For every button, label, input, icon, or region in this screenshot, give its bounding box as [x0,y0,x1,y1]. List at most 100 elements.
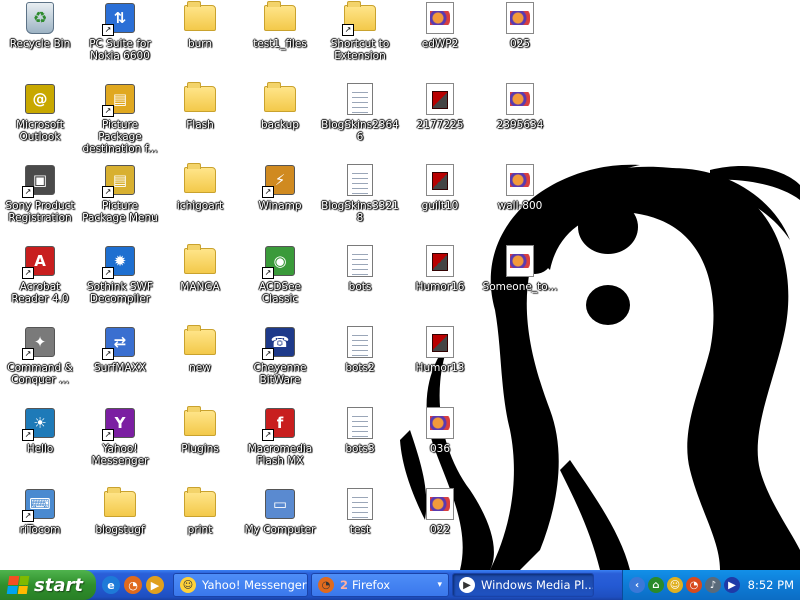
taskbar-button[interactable]: ▶ Windows Media Pl... [452,573,594,597]
desktop-icon[interactable]: ✦ ↗ Command & Conquer ... [0,324,80,404]
desktop-icon-label: MANGA [180,281,220,293]
desktop-icon[interactable]: ⌨ ↗ riTocom [0,486,80,566]
tray-media-icon[interactable]: ▶ [724,577,740,593]
desktop-icon[interactable]: ⚡ ↗ Winamp [240,162,320,242]
quick-launch-media-player-icon[interactable]: ▶ [146,576,164,594]
desktop-icon[interactable]: ☀ ↗ Hello [0,405,80,485]
shortcut-arrow-icon: ↗ [102,186,114,198]
desktop-icon[interactable]: @ Microsoft Outlook [0,81,80,161]
shortcut-arrow-icon: ↗ [22,186,34,198]
folder-icon [184,244,216,277]
desktop-icon[interactable]: A ↗ Acrobat Reader 4.0 [0,243,80,323]
desktop-icon[interactable]: ▣ ↗ Sony Product Registration [0,162,80,242]
desktop-icon[interactable]: ▭ My Computer [240,486,320,566]
desktop-icon-label: blogstugf [95,524,145,536]
desktop-icon-label: guilt10 [421,200,459,212]
picture-package-icon: ▤ ↗ [102,164,136,198]
desktop-icon-label: wall-800 [497,200,543,212]
desktop-icon[interactable]: 2395634 [480,81,560,161]
tray-expand-icon[interactable]: ‹ [629,577,645,593]
clock[interactable]: 8:52 PM [748,578,794,592]
macromedia-flash-icon: f ↗ [262,407,296,441]
desktop-icon-label: 036 [429,443,451,455]
desktop-icon[interactable]: ⇅ ↗ PC Suite for Nokia 6600 [80,0,160,80]
desktop-icon-label: backup [261,119,299,131]
tray-network-icon[interactable]: ⌂ [648,577,664,593]
desktop-icon[interactable]: test [320,486,400,566]
desktop-icon[interactable]: Y ↗ Yahoo! Messenger [80,405,160,485]
text-document-icon [344,164,376,196]
desktop-icon-label: Someone_to... [482,281,558,293]
shortcut-arrow-icon: ↗ [22,429,34,441]
desktop-icon-label: bots [348,281,372,293]
desktop-icon-label: Acrobat Reader 4.0 [11,281,69,305]
desktop-icon[interactable]: ▤ ↗ Picture Package Menu [80,162,160,242]
quick-launch-firefox-icon[interactable]: ◔ [124,576,142,594]
desktop-icon[interactable]: wall-800 [480,162,560,242]
desktop-icon[interactable]: ✹ ↗ Sothink SWF Decompiler [80,243,160,323]
quick-launch-internet-explorer-icon[interactable]: e [102,576,120,594]
tray-firefox-icon[interactable]: ◔ [686,577,702,593]
image-file-icon [504,83,536,115]
desktop-icon[interactable]: Flash [160,81,240,161]
taskbar-button[interactable]: ◔ 2 Firefox ▾ [311,573,449,597]
desktop-icon[interactable]: Plugins [160,405,240,485]
desktop-icon[interactable]: burn [160,0,240,80]
shortcut-arrow-icon: ↗ [262,186,274,198]
desktop-icon[interactable]: ▤ ↗ Picture Package destination f... [80,81,160,161]
yahoo-messenger-icon: Y ↗ [102,407,136,441]
desktop-icon[interactable]: ⇄ ↗ SurfMAXX [80,324,160,404]
desktop-icon[interactable]: print [160,486,240,566]
desktop-icon[interactable]: BlogSkins33218 [320,162,400,242]
desktop-icon[interactable]: guilt10 [400,162,480,242]
desktop-icon[interactable]: bots2 [320,324,400,404]
desktop-icon[interactable]: MANGA [160,243,240,323]
shortcut-arrow-icon: ↗ [102,105,114,117]
desktop-icon[interactable]: test1_files [240,0,320,80]
desktop-icon[interactable]: bots3 [320,405,400,485]
tray-yahoo-icon[interactable]: ☺ [667,577,683,593]
desktop-icon[interactable]: Someone_to... [480,243,560,323]
desktop-icon[interactable]: 036 [400,405,480,485]
desktop-icon-label: 2177225 [416,119,464,131]
desktop-icon[interactable]: ↗ Shortcut to Extension [320,0,400,80]
window-count: 2 [340,578,349,592]
desktop-icon[interactable]: ichigoart [160,162,240,242]
recycle-bin-icon: ♻ [24,2,56,34]
desktop-icon-label: PC Suite for Nokia 6600 [89,38,151,62]
desktop-icon[interactable]: bots [320,243,400,323]
desktop-icon-label: My Computer [244,524,316,536]
desktop-icon-label: Yahoo! Messenger [91,443,149,467]
tray-icons: ‹ ⌂ ☺ ◔ ♪ ▶ [629,577,740,593]
system-tray: ‹ ⌂ ☺ ◔ ♪ ▶ 8:52 PM [622,570,800,600]
desktop-icon[interactable]: Humor13 [400,324,480,404]
desktop-icon-label: burn [187,38,213,50]
media-player-icon: ▶ [459,577,475,593]
start-button[interactable]: start [0,570,96,600]
quick-launch-bar: e ◔ ▶ [96,576,170,594]
start-label: start [34,574,83,596]
hello-icon: ☀ ↗ [22,407,56,441]
desktop-icon[interactable]: ☎ ↗ Cheyenne BitWare [240,324,320,404]
desktop-icon[interactable]: new [160,324,240,404]
desktop-icon[interactable]: backup [240,81,320,161]
desktop-icon[interactable]: ◉ ↗ ACDSee Classic [240,243,320,323]
desktop-icon[interactable]: 025 [480,0,560,80]
taskbar-button[interactable]: ☺ Yahoo! Messenger [173,573,308,597]
desktop-icon[interactable]: BlogSkins23646 [320,81,400,161]
text-document-icon [344,83,376,115]
text-document-icon [344,245,376,277]
image-file-icon [504,2,536,34]
desktop-icon[interactable]: edWP2 [400,0,480,80]
desktop-icon[interactable]: ♻ Recycle Bin [0,0,80,80]
tray-volume-icon[interactable]: ♪ [705,577,721,593]
desktop-icon[interactable]: Humor16 [400,243,480,323]
image-file-icon [424,2,456,34]
desktop-icon[interactable]: 022 [400,486,480,566]
desktop-icon[interactable]: 2177225 [400,81,480,161]
desktop-icon[interactable]: blogstugf [80,486,160,566]
command-conquer-icon: ✦ ↗ [22,326,56,360]
desktop-icon[interactable]: f ↗ Macromedia Flash MX [240,405,320,485]
folder-icon [184,163,216,196]
taskbar-button-label: Yahoo! Messenger [202,578,307,592]
